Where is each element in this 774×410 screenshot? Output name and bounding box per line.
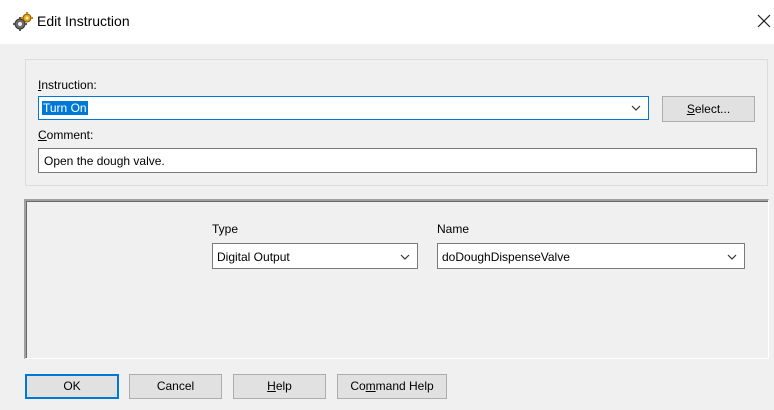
instruction-value: Turn On <box>42 101 88 115</box>
instruction-group: Instruction: Turn On Select... Comment: … <box>25 59 768 186</box>
select-button[interactable]: Select... <box>662 96 755 122</box>
gears-icon <box>13 12 33 32</box>
window-title: Edit Instruction <box>37 13 130 29</box>
comment-label: Comment: <box>38 128 94 142</box>
help-button[interactable]: Help <box>233 374 326 399</box>
comment-field[interactable]: Open the dough valve. <box>38 148 757 173</box>
title-bar: Edit Instruction <box>0 0 774 44</box>
cancel-button[interactable]: Cancel <box>129 374 222 399</box>
type-label: Type <box>212 222 239 236</box>
instruction-label: Instruction: <box>38 78 97 92</box>
ok-button[interactable]: OK <box>25 374 119 399</box>
type-value: Digital Output <box>217 250 290 264</box>
chevron-down-icon <box>400 254 410 260</box>
parameters-panel: Type Digital Output Name doDoughDispense… <box>24 199 769 359</box>
name-dropdown[interactable]: doDoughDispenseValve <box>437 243 745 269</box>
name-value: doDoughDispenseValve <box>442 250 570 264</box>
parameters-panel-inner: Type Digital Output Name doDoughDispense… <box>26 201 768 358</box>
comment-value: Open the dough valve. <box>44 154 165 168</box>
close-icon <box>757 14 771 28</box>
name-label: Name <box>437 222 470 236</box>
chevron-down-icon <box>631 105 641 111</box>
type-dropdown[interactable]: Digital Output <box>212 243 418 269</box>
instruction-dropdown[interactable]: Turn On <box>38 96 649 120</box>
chevron-down-icon <box>727 254 737 260</box>
close-button[interactable] <box>753 10 774 32</box>
command-help-button[interactable]: Command Help <box>337 374 447 399</box>
